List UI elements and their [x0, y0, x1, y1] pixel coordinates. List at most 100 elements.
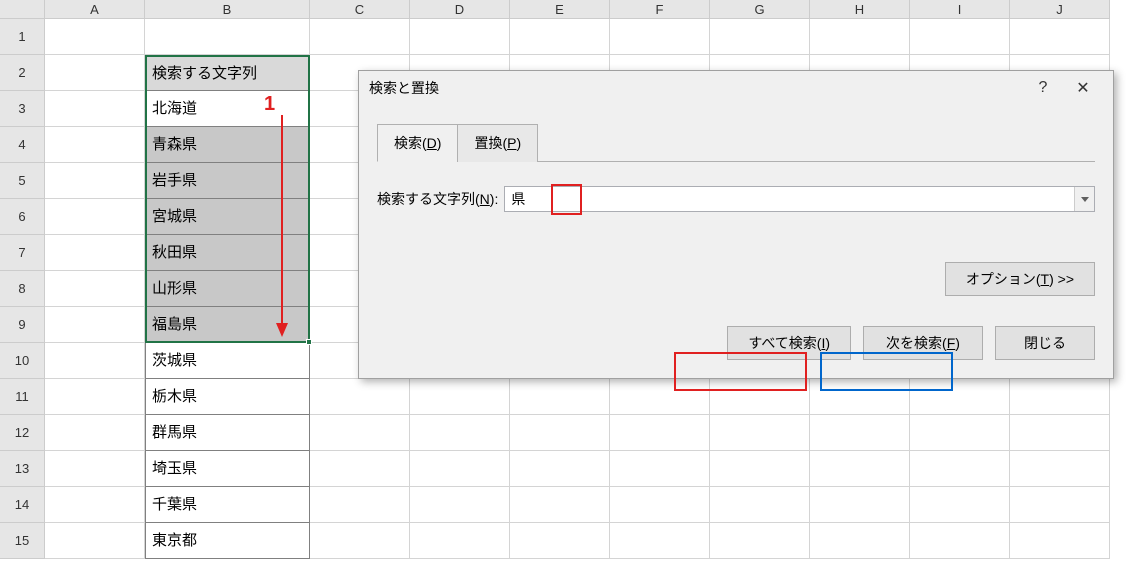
row-header-5[interactable]: 5	[0, 163, 45, 199]
cell-g11[interactable]	[710, 379, 810, 415]
cell-c12[interactable]	[310, 415, 410, 451]
cell-h14[interactable]	[810, 487, 910, 523]
row-header-6[interactable]: 6	[0, 199, 45, 235]
cell-b10[interactable]: 茨城県	[145, 343, 310, 379]
tab-replace[interactable]: 置換(P)	[457, 124, 538, 162]
close-button[interactable]: ✕	[1063, 78, 1103, 98]
col-header-g[interactable]: G	[710, 0, 810, 19]
cell-g13[interactable]	[710, 451, 810, 487]
cell-c14[interactable]	[310, 487, 410, 523]
row-header-1[interactable]: 1	[0, 19, 45, 55]
cell-d12[interactable]	[410, 415, 510, 451]
cell-i11[interactable]	[910, 379, 1010, 415]
cell-a5[interactable]	[45, 163, 145, 199]
cell-a2[interactable]	[45, 55, 145, 91]
cell-a3[interactable]	[45, 91, 145, 127]
cell-d11[interactable]	[410, 379, 510, 415]
cell-c1[interactable]	[310, 19, 410, 55]
cell-g12[interactable]	[710, 415, 810, 451]
cell-e14[interactable]	[510, 487, 610, 523]
cell-d14[interactable]	[410, 487, 510, 523]
cell-a4[interactable]	[45, 127, 145, 163]
cell-c13[interactable]	[310, 451, 410, 487]
cell-a12[interactable]	[45, 415, 145, 451]
cell-j14[interactable]	[1010, 487, 1110, 523]
cell-b11[interactable]: 栃木県	[145, 379, 310, 415]
cell-f13[interactable]	[610, 451, 710, 487]
cell-f12[interactable]	[610, 415, 710, 451]
cell-h12[interactable]	[810, 415, 910, 451]
cell-h11[interactable]	[810, 379, 910, 415]
cell-b8[interactable]: 山形県	[145, 271, 310, 307]
cell-e13[interactable]	[510, 451, 610, 487]
cell-g1[interactable]	[710, 19, 810, 55]
col-header-e[interactable]: E	[510, 0, 610, 19]
search-input[interactable]	[505, 187, 1074, 211]
row-header-8[interactable]: 8	[0, 271, 45, 307]
cell-e11[interactable]	[510, 379, 610, 415]
cell-a15[interactable]	[45, 523, 145, 559]
cell-i13[interactable]	[910, 451, 1010, 487]
row-header-10[interactable]: 10	[0, 343, 45, 379]
search-dropdown-button[interactable]	[1074, 187, 1094, 211]
cell-d1[interactable]	[410, 19, 510, 55]
cell-i12[interactable]	[910, 415, 1010, 451]
cell-f15[interactable]	[610, 523, 710, 559]
cell-b3[interactable]: 北海道	[145, 91, 310, 127]
cell-f14[interactable]	[610, 487, 710, 523]
cell-g15[interactable]	[710, 523, 810, 559]
cell-j13[interactable]	[1010, 451, 1110, 487]
select-all-corner[interactable]	[0, 0, 45, 19]
cell-d13[interactable]	[410, 451, 510, 487]
col-header-d[interactable]: D	[410, 0, 510, 19]
cell-b5[interactable]: 岩手県	[145, 163, 310, 199]
help-button[interactable]: ?	[1023, 79, 1063, 97]
col-header-b[interactable]: B	[145, 0, 310, 19]
cell-b1[interactable]	[145, 19, 310, 55]
find-all-button[interactable]: すべて検索(I)	[727, 326, 851, 360]
cell-b13[interactable]: 埼玉県	[145, 451, 310, 487]
cell-b2[interactable]: 検索する文字列	[145, 55, 310, 91]
cell-a9[interactable]	[45, 307, 145, 343]
col-header-f[interactable]: F	[610, 0, 710, 19]
row-header-7[interactable]: 7	[0, 235, 45, 271]
dialog-titlebar[interactable]: 検索と置換 ? ✕	[359, 71, 1113, 105]
close-dialog-button[interactable]: 閉じる	[995, 326, 1095, 360]
cell-f1[interactable]	[610, 19, 710, 55]
cell-f11[interactable]	[610, 379, 710, 415]
cell-e12[interactable]	[510, 415, 610, 451]
row-header-9[interactable]: 9	[0, 307, 45, 343]
col-header-a[interactable]: A	[45, 0, 145, 19]
row-header-3[interactable]: 3	[0, 91, 45, 127]
cell-g14[interactable]	[710, 487, 810, 523]
cell-b4[interactable]: 青森県	[145, 127, 310, 163]
cell-a14[interactable]	[45, 487, 145, 523]
tab-search[interactable]: 検索(D)	[377, 124, 458, 162]
cell-b9[interactable]: 福島県	[145, 307, 310, 343]
row-header-2[interactable]: 2	[0, 55, 45, 91]
cell-j11[interactable]	[1010, 379, 1110, 415]
cell-j15[interactable]	[1010, 523, 1110, 559]
cell-b14[interactable]: 千葉県	[145, 487, 310, 523]
cell-a10[interactable]	[45, 343, 145, 379]
cell-i14[interactable]	[910, 487, 1010, 523]
cell-h13[interactable]	[810, 451, 910, 487]
cell-e1[interactable]	[510, 19, 610, 55]
cell-h15[interactable]	[810, 523, 910, 559]
col-header-h[interactable]: H	[810, 0, 910, 19]
cell-i15[interactable]	[910, 523, 1010, 559]
cell-i1[interactable]	[910, 19, 1010, 55]
cell-e15[interactable]	[510, 523, 610, 559]
col-header-j[interactable]: J	[1010, 0, 1110, 19]
row-header-15[interactable]: 15	[0, 523, 45, 559]
row-header-13[interactable]: 13	[0, 451, 45, 487]
cell-a1[interactable]	[45, 19, 145, 55]
row-header-4[interactable]: 4	[0, 127, 45, 163]
cell-a6[interactable]	[45, 199, 145, 235]
cell-b6[interactable]: 宮城県	[145, 199, 310, 235]
col-header-i[interactable]: I	[910, 0, 1010, 19]
cell-a13[interactable]	[45, 451, 145, 487]
cell-b15[interactable]: 東京都	[145, 523, 310, 559]
cell-j1[interactable]	[1010, 19, 1110, 55]
col-header-c[interactable]: C	[310, 0, 410, 19]
